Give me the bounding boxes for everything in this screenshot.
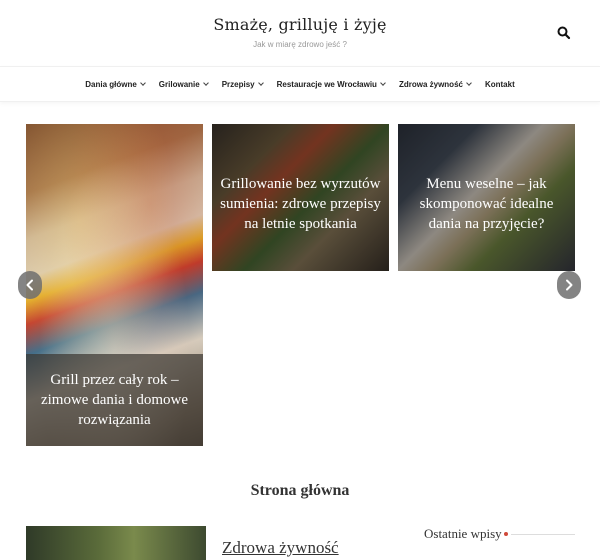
nav-item-label: Kontakt [484, 79, 515, 89]
featured-slider: Grill przez cały rok – zimowe dania i do… [0, 124, 600, 448]
chevron-down-icon [466, 80, 472, 86]
nav-item-label: Dania główne [85, 79, 137, 89]
nav-item-przepisy[interactable]: Przepisy [215, 80, 270, 89]
slide-card[interactable]: Grill przez cały rok – zimowe dania i do… [26, 124, 203, 446]
page-heading: Strona główna [250, 482, 350, 499]
chevron-right-icon[interactable] [557, 271, 581, 299]
sidebar-title-dot [504, 532, 508, 536]
slide-caption[interactable]: Grill przez cały rok – zimowe dania i do… [34, 370, 195, 430]
nav-item-label: Grilowanie [158, 79, 200, 89]
post-category-link[interactable]: Zdrowa żywność [222, 538, 339, 558]
slide-card[interactable]: Menu weselne – jak skomponować idealne d… [398, 124, 575, 271]
chevron-down-icon [139, 80, 146, 86]
nav-item-grilowanie[interactable]: Grilowanie [152, 80, 215, 89]
chevron-left-icon[interactable] [18, 271, 42, 299]
site-title[interactable]: Smażę, grilluję i żyję [0, 15, 600, 34]
slide-card[interactable]: Grillowanie bez wyrzutów sumienia: zdrow… [212, 124, 389, 271]
site-header: Smażę, grilluję i żyję Jak w miarę zdrow… [0, 0, 600, 66]
sidebar-title-divider [511, 534, 575, 535]
post-thumbnail[interactable] [26, 526, 206, 560]
chevron-down-icon [257, 80, 264, 86]
nav-item-kontakt[interactable]: Kontakt [478, 80, 522, 89]
slide-caption[interactable]: Grillowanie bez wyrzutów sumienia: zdrow… [220, 174, 381, 234]
nav-item-restauracje[interactable]: Restauracje we Wrocławiu [270, 80, 392, 89]
chevron-down-icon [202, 80, 209, 86]
nav-item-label: Przepisy [221, 79, 255, 89]
nav-item-label: Restauracje we Wrocławiu [276, 79, 377, 89]
search-icon[interactable] [556, 25, 572, 41]
main-nav: Dania główne Grilowanie Przepisy Restaur… [0, 66, 600, 102]
chevron-down-icon [380, 80, 386, 86]
nav-item-label: Zdrowa żywność [398, 79, 463, 89]
nav-list: Dania główne Grilowanie Przepisy Restaur… [0, 67, 600, 101]
nav-item-dania-glowne[interactable]: Dania główne [78, 80, 152, 89]
site-tagline: Jak w miarę zdrowo jeść ? [253, 40, 347, 49]
nav-item-zdrowa-zywnosc[interactable]: Zdrowa żywność [392, 80, 478, 89]
slide-caption[interactable]: Menu weselne – jak skomponować idealne d… [406, 174, 567, 234]
sidebar-recent-posts-title: Ostatnie wpisy [424, 526, 502, 541]
